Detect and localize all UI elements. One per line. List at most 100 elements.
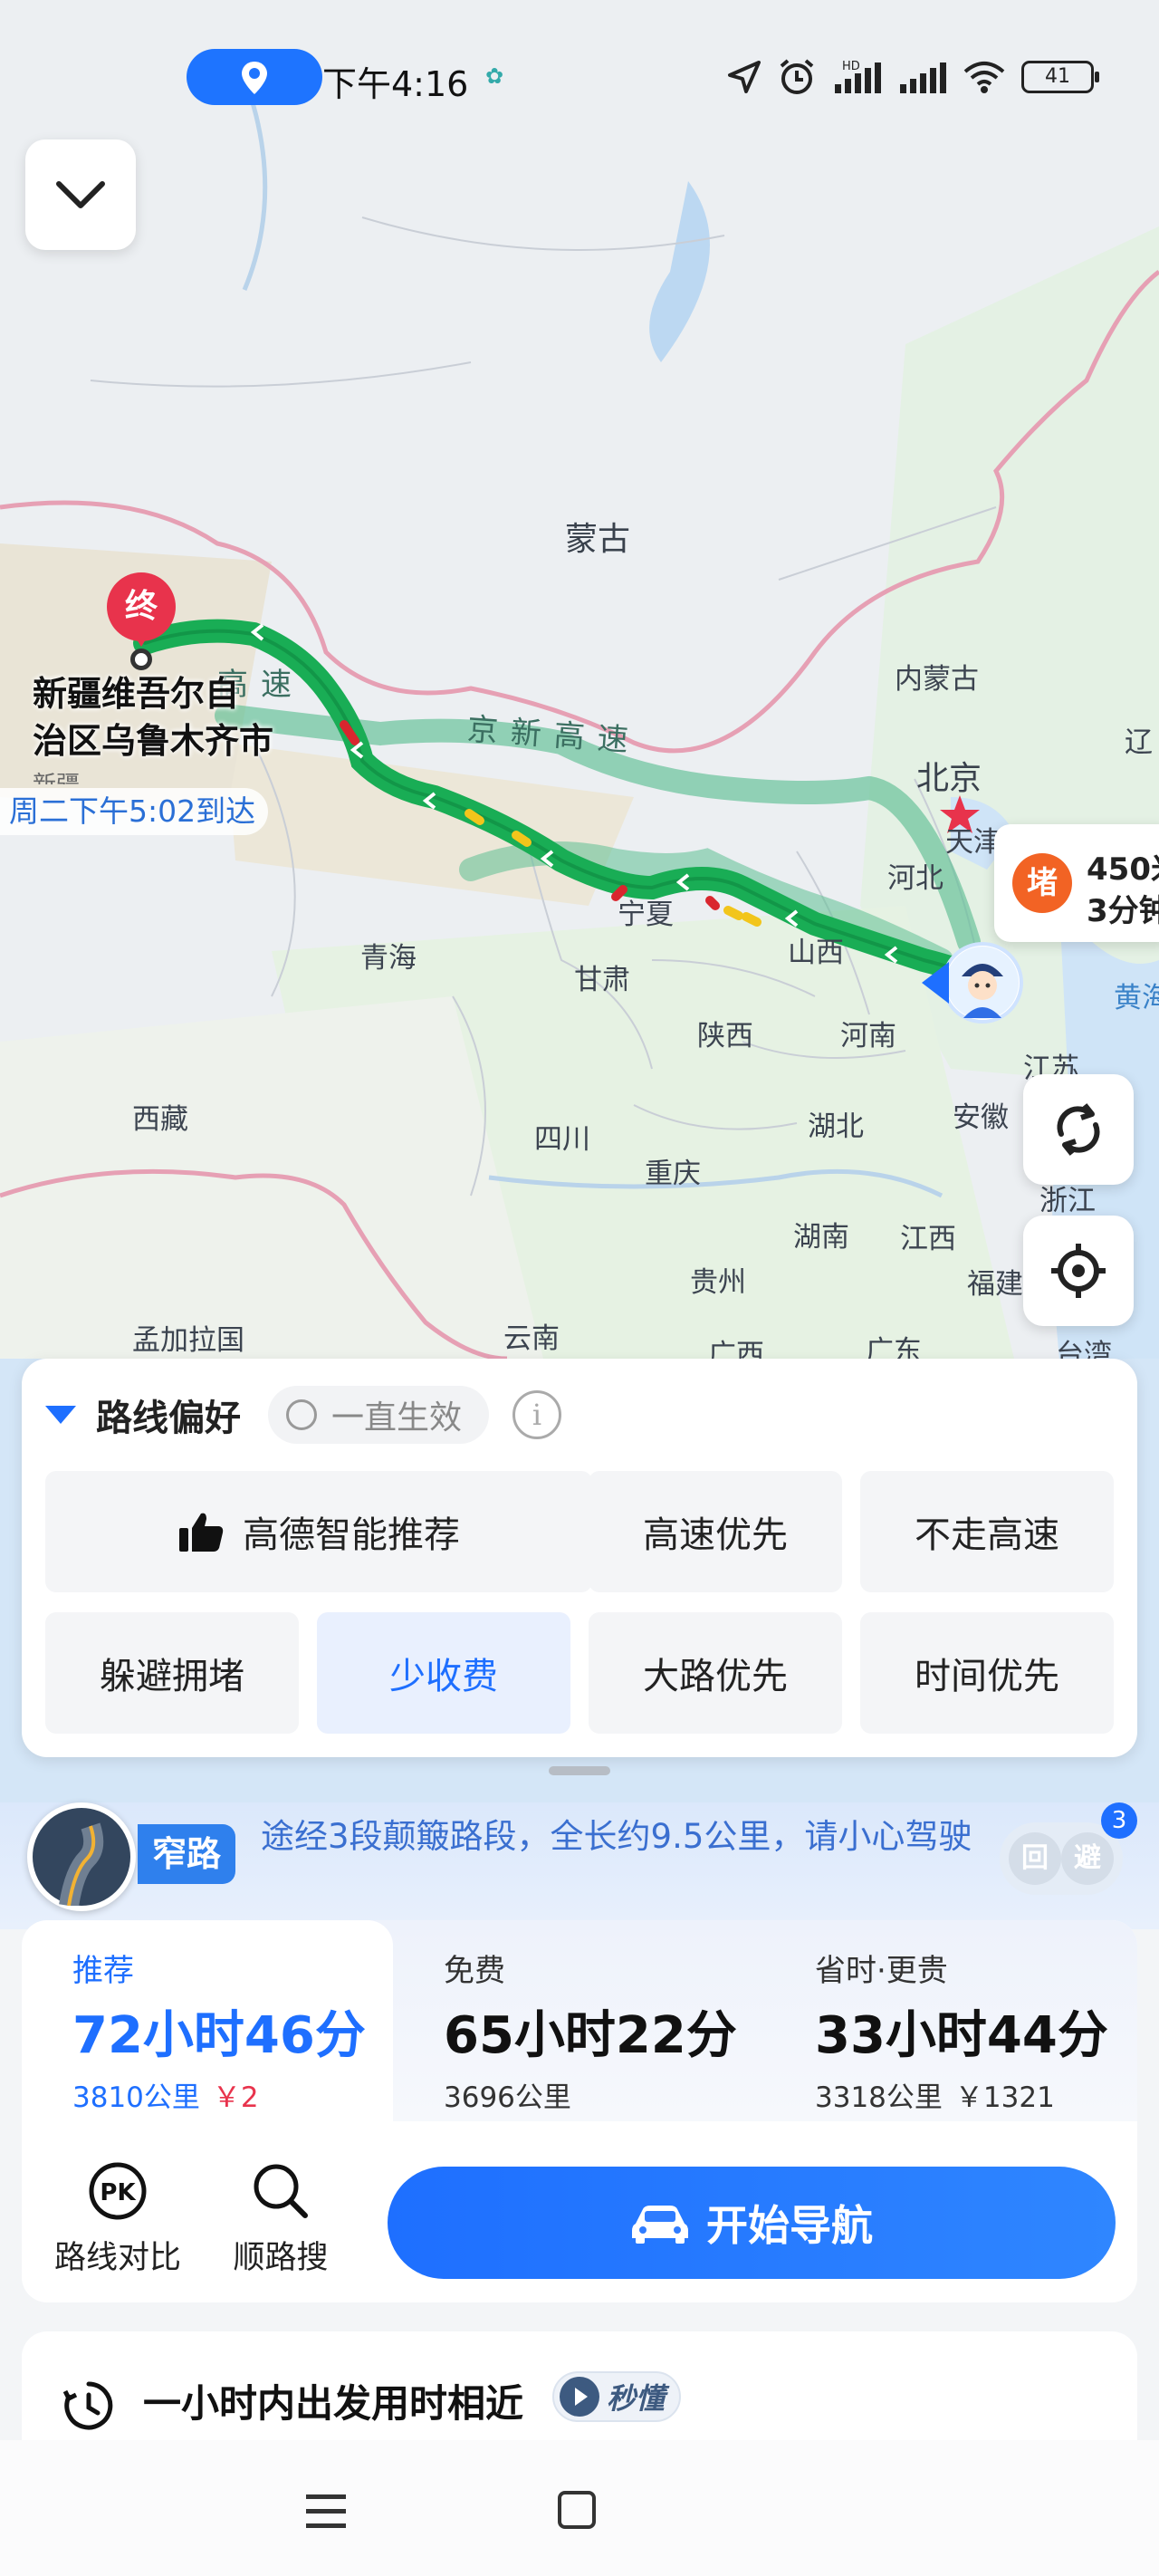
search-along-button[interactable]: 顺路搜 xyxy=(208,2159,353,2277)
status-bar: 下午4:16 ✿ HD 41 xyxy=(0,45,1159,109)
route-compare-button[interactable]: PK 路线对比 xyxy=(45,2159,190,2277)
map-label-shanxi: 山西 xyxy=(788,937,844,969)
map-label-ningxia: 宁夏 xyxy=(618,899,674,931)
pk-icon-text: PK xyxy=(100,2179,136,2206)
map-label-mongolia: 蒙古 xyxy=(565,521,631,558)
map-label-hubei: 湖北 xyxy=(808,1110,864,1143)
route-duration: 33小时44分 xyxy=(815,2006,1108,2065)
heading-arrow-icon xyxy=(922,962,949,1004)
map-label-xinjiang: 新疆 xyxy=(33,766,80,784)
end-marker-tip xyxy=(132,632,150,647)
route-meta: 3696公里 xyxy=(444,2074,571,2115)
route-duration: 65小时22分 xyxy=(444,2006,737,2065)
map-label-jiangxi: 江西 xyxy=(900,1223,956,1255)
sheet-drag-handle[interactable] xyxy=(549,1766,610,1775)
destination-marker[interactable]: 终 xyxy=(107,572,176,672)
route-option-free[interactable]: 免费 65小时22分 3696公里 xyxy=(393,1920,764,2121)
routes-card: 推荐 72小时46分 3810公里 ￥2 免费 65小时22分 3696公里 省时… xyxy=(22,1920,1137,2302)
avoid-count-badge: 3 xyxy=(1101,1802,1137,1839)
location-pill[interactable] xyxy=(187,49,322,105)
battery-level: 41 xyxy=(1045,65,1070,88)
thumbs-up-icon xyxy=(179,1513,224,1552)
location-pin-icon xyxy=(242,62,267,94)
play-icon xyxy=(560,2377,599,2417)
pref-label: 高速优先 xyxy=(643,1514,788,1556)
search-icon xyxy=(254,2164,308,2218)
route-preference-panel: 路线偏好 一直生效 i 高德智能推荐 高速优先 不走高速 躲避拥堵 少收费 大路… xyxy=(22,1359,1137,1757)
pref-time-first[interactable]: 时间优先 xyxy=(860,1612,1114,1734)
quick-explain-badge[interactable]: 秒懂 xyxy=(552,2371,682,2422)
search-along-label: 顺路搜 xyxy=(233,2240,329,2276)
current-location-avatar xyxy=(942,942,1023,1024)
route-toll: ￥1321 xyxy=(954,2081,1055,2114)
map-label-qinghai: 青海 xyxy=(360,942,417,975)
car-icon xyxy=(632,2206,688,2244)
jam-distance: 450米 xyxy=(1087,851,1159,888)
info-icon[interactable]: i xyxy=(512,1390,562,1439)
route-option-recommend[interactable]: 推荐 72小时46分 3810公里 ￥2 xyxy=(22,1920,393,2121)
refresh-route-button[interactable] xyxy=(1023,1074,1134,1185)
avatar-icon xyxy=(946,947,1019,1019)
congestion-bubble[interactable]: 堵 450米 3分钟 xyxy=(994,824,1159,942)
arrival-time: 周二下午5:02到达 xyxy=(0,788,269,835)
map-label-bangladesh: 孟加拉国 xyxy=(132,1324,244,1357)
map-label-hebei: 河北 xyxy=(887,862,943,895)
route-options: 推荐 72小时46分 3810公里 ￥2 免费 65小时22分 3696公里 省时… xyxy=(22,1920,1137,2121)
route-compare-label: 路线对比 xyxy=(53,2240,181,2276)
map-label-yunnan: 云南 xyxy=(503,1322,560,1355)
pref-label: 躲避拥堵 xyxy=(100,1656,244,1697)
destination-name: 新疆维吾尔自 治区乌鲁木齐市 xyxy=(33,670,273,764)
battery-icon: 41 xyxy=(1021,61,1099,93)
departure-text: 一小时内出发用时相近 xyxy=(143,2381,524,2426)
preference-title: 路线偏好 xyxy=(96,1398,241,1439)
map-label-chongqing: 重庆 xyxy=(645,1158,701,1190)
status-icons: HD 41 xyxy=(726,56,1099,98)
pref-avoid-congestion[interactable]: 躲避拥堵 xyxy=(45,1612,299,1734)
avoid-button[interactable]: 回 避 xyxy=(1000,1822,1123,1895)
route-meta: 3318公里 ￥1321 xyxy=(815,2074,1055,2115)
locate-button[interactable] xyxy=(1023,1216,1134,1326)
pref-smart-recommend[interactable]: 高德智能推荐 xyxy=(45,1471,592,1592)
map-label-inner-mongolia: 内蒙古 xyxy=(895,663,979,696)
clock-icon xyxy=(62,2381,113,2430)
wifi-icon xyxy=(963,62,1005,93)
destination-name-line1: 新疆维吾尔自 xyxy=(33,674,240,714)
radio-icon xyxy=(286,1399,317,1430)
avoid-right-icon: 避 xyxy=(1061,1832,1114,1885)
pref-main-road[interactable]: 大路优先 xyxy=(589,1612,842,1734)
destination-name-line2: 治区乌鲁木齐市 xyxy=(33,721,274,761)
route-distance: 3318公里 xyxy=(815,2081,943,2114)
jam-icon: 堵 xyxy=(1012,853,1072,913)
pref-avoid-highway[interactable]: 不走高速 xyxy=(860,1471,1114,1592)
avoid-left-icon: 回 xyxy=(1009,1832,1061,1885)
quick-explain-label: 秒懂 xyxy=(607,2381,666,2416)
app-indicator-icon: ✿ xyxy=(485,63,504,89)
map-label-beijing: 北京 xyxy=(916,760,982,797)
pref-label: 高德智能推荐 xyxy=(243,1514,460,1556)
route-toll: ￥2 xyxy=(212,2081,259,2114)
home-icon[interactable] xyxy=(558,2491,596,2529)
map-label-gansu: 甘肃 xyxy=(574,964,630,996)
narrow-road-icon xyxy=(27,1802,136,1911)
preference-header: 路线偏好 一直生效 i xyxy=(45,1386,562,1444)
always-effective-toggle[interactable]: 一直生效 xyxy=(268,1386,490,1444)
crosshair-icon xyxy=(1051,1244,1106,1298)
pref-less-toll[interactable]: 少收费 xyxy=(317,1612,570,1734)
pk-icon: PK xyxy=(89,2162,147,2220)
route-label: 推荐 xyxy=(72,1953,134,1989)
app-root: 蒙古 内蒙古 北京 天津 河北 辽 宁夏 甘肃 青海 山西 陕西 河南 江苏 安… xyxy=(0,0,1159,2576)
caret-down-icon[interactable] xyxy=(45,1406,76,1424)
start-navigation-button[interactable]: 开始导航 xyxy=(388,2167,1116,2279)
map-label-hunan: 湖南 xyxy=(793,1221,849,1254)
pref-label: 大路优先 xyxy=(643,1656,788,1697)
pref-label: 少收费 xyxy=(389,1656,498,1697)
map-label-guizhou: 贵州 xyxy=(690,1266,746,1299)
end-marker-badge: 终 xyxy=(107,572,176,641)
map-label-anhui: 安徽 xyxy=(953,1101,1009,1134)
signal-hd-icon: HD xyxy=(835,60,881,93)
road-notice-bar[interactable]: 窄路 途经3段颠簸路段，全长约9.5公里，请小心驾驶 回 避 3 xyxy=(0,1802,1159,1929)
pref-highway-first[interactable]: 高速优先 xyxy=(589,1471,842,1592)
menu-icon[interactable] xyxy=(304,2493,348,2529)
collapse-button[interactable] xyxy=(25,139,136,250)
route-option-fastest[interactable]: 省时·更贵 33小时44分 3318公里 ￥1321 xyxy=(764,1920,1135,2121)
